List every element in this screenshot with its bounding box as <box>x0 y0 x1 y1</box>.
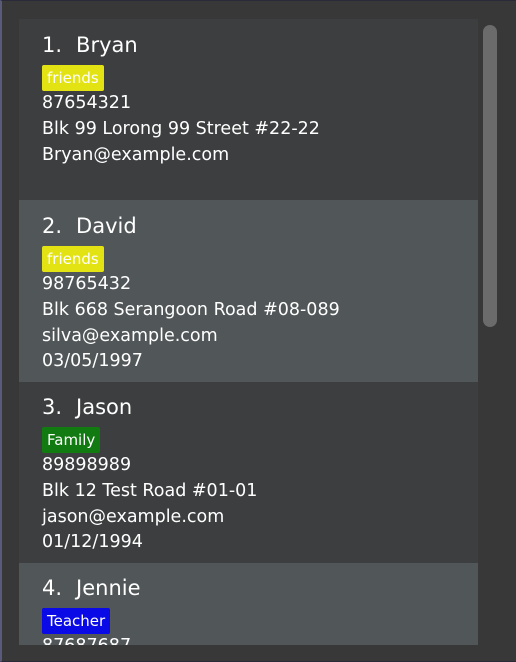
person-name: David <box>76 214 137 238</box>
person-address: Blk 668 Serangoon Road #08-089 <box>42 300 340 320</box>
person-card[interactable]: 4. Jennie Teacher 87687687 <box>19 563 478 645</box>
person-card-title: 1. Bryan <box>42 33 138 57</box>
person-email: silva@example.com <box>42 326 218 346</box>
person-card[interactable]: 1. Bryan friends 87654321 Blk 99 Lorong 9… <box>19 19 478 200</box>
person-name: Jason <box>76 395 133 419</box>
person-birthday: 03/05/1997 <box>42 351 143 371</box>
person-phone: 87687687 <box>42 636 131 645</box>
person-phone: 89898989 <box>42 455 132 475</box>
person-email: Bryan@example.com <box>42 145 230 165</box>
tag-badge: friends <box>42 246 104 272</box>
person-index: 4. <box>42 576 63 600</box>
person-index: 1. <box>42 33 63 57</box>
person-address: Blk 12 Test Road #01-01 <box>42 481 258 501</box>
person-card-title: 3. Jason <box>42 395 132 419</box>
person-address: Blk 99 Lorong 99 Street #22-22 <box>42 119 320 139</box>
person-name: Jennie <box>76 576 141 600</box>
person-phone: 87654321 <box>42 93 132 113</box>
tag-badge: friends <box>42 65 104 91</box>
person-card[interactable]: 3. Jason Family 89898989 Blk 12 Test Road… <box>19 382 478 563</box>
tag-badge: Family <box>42 427 101 453</box>
tag-badge: Teacher <box>42 608 111 634</box>
person-card-title: 4. Jennie <box>42 576 141 600</box>
person-name: Bryan <box>76 33 138 57</box>
scrollbar-thumb[interactable] <box>483 25 497 327</box>
person-phone: 98765432 <box>42 274 132 294</box>
person-birthday: 01/12/1994 <box>42 532 143 552</box>
person-index: 2. <box>42 214 63 238</box>
person-email: jason@example.com <box>42 507 225 527</box>
person-list[interactable]: 1. Bryan friends 87654321 Blk 99 Lorong 9… <box>19 19 478 645</box>
person-card[interactable]: 2. David friends 98765432 Blk 668 Serango… <box>19 200 478 382</box>
person-index: 3. <box>42 395 63 419</box>
person-list-window: 1. Bryan friends 87654321 Blk 99 Lorong 9… <box>0 0 516 662</box>
person-card-title: 2. David <box>42 214 137 238</box>
